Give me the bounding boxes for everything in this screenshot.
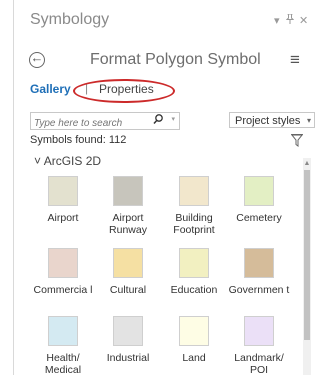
symbol-swatch xyxy=(244,316,274,346)
symbol-label: Industrial xyxy=(106,352,150,364)
symbol-swatch xyxy=(179,248,209,278)
pane-title: Symbology xyxy=(30,11,110,28)
vertical-scrollbar[interactable]: ▲ xyxy=(303,158,311,375)
symbol-education[interactable]: Education xyxy=(163,248,225,296)
search-box: ▾ xyxy=(30,112,180,132)
symbol-swatch xyxy=(113,248,143,278)
symbol-swatch xyxy=(244,248,274,278)
filter-icon[interactable] xyxy=(290,134,304,152)
symbol-label: Landmark/ POI xyxy=(234,352,284,376)
symbol-swatch xyxy=(179,176,209,206)
search-input[interactable] xyxy=(31,115,147,132)
symbol-label: Cemetery xyxy=(236,212,282,224)
symbol-airport-runway[interactable]: Airport Runway xyxy=(97,176,159,236)
funnel-icon xyxy=(290,134,304,147)
auto-hide-pin-icon[interactable] xyxy=(285,13,295,27)
close-icon[interactable]: ✕ xyxy=(299,14,308,27)
symbol-label: Education xyxy=(170,284,218,296)
symbol-building-footprint[interactable]: Building Footprint xyxy=(163,176,225,236)
group-name: ArcGIS 2D xyxy=(43,154,102,168)
symbol-swatch xyxy=(48,176,78,206)
chevron-down-icon: ▾ xyxy=(306,116,311,125)
expand-chevron-icon: ˅ xyxy=(34,154,42,168)
symbol-commercial[interactable]: Commercia l xyxy=(32,248,94,296)
format-header: ← Format Polygon Symbol ≡ xyxy=(14,46,317,76)
symbol-swatch xyxy=(48,248,78,278)
symbol-airport[interactable]: Airport xyxy=(32,176,94,224)
group-header-arcgis-2d[interactable]: ˅ ArcGIS 2D xyxy=(34,154,101,168)
styles-dropdown[interactable]: Project styles ▾ xyxy=(229,112,315,128)
symbol-label: Airport Runway xyxy=(109,212,147,236)
tab-gallery[interactable]: Gallery xyxy=(30,82,71,96)
symbology-pane: Symbology ▾ ✕ ← Format Polygon Symbol ≡ … xyxy=(14,0,317,376)
symbol-government[interactable]: Governmen t xyxy=(228,248,290,296)
styles-dropdown-value: Project styles xyxy=(235,115,301,127)
symbol-land[interactable]: Land xyxy=(163,316,225,364)
symbol-swatch xyxy=(179,316,209,346)
scroll-up-icon[interactable]: ▲ xyxy=(303,160,311,167)
search-icon[interactable] xyxy=(153,113,163,130)
symbol-label: Health/ Medical xyxy=(44,352,82,376)
search-options-chevron-icon[interactable]: ▾ xyxy=(171,115,175,123)
scrollbar-thumb[interactable] xyxy=(304,170,310,340)
symbol-label: Commercia l xyxy=(33,284,93,296)
symbol-swatch xyxy=(113,316,143,346)
pane-options-icon[interactable]: ▾ xyxy=(274,14,280,27)
symbol-cemetery[interactable]: Cemetery xyxy=(228,176,290,224)
pushpin-icon xyxy=(285,13,295,24)
symbol-label: Land xyxy=(182,352,206,364)
back-button[interactable]: ← xyxy=(29,50,45,68)
symbol-swatch xyxy=(48,316,78,346)
highlight-circle-annotation xyxy=(73,79,175,103)
symbol-health-medical[interactable]: Health/ Medical xyxy=(32,316,94,376)
symbol-label: Airport xyxy=(47,212,79,224)
back-arrow-icon: ← xyxy=(30,50,44,65)
symbol-swatch xyxy=(113,176,143,206)
symbol-landmark-poi[interactable]: Landmark/ POI xyxy=(228,316,290,376)
magnifier-icon xyxy=(153,114,163,125)
symbol-industrial[interactable]: Industrial xyxy=(97,316,159,364)
symbol-label: Cultural xyxy=(109,284,147,296)
symbol-label: Governmen t xyxy=(228,284,290,296)
pane-titlebar: Symbology ▾ ✕ xyxy=(14,0,317,40)
format-title: Format Polygon Symbol xyxy=(90,51,261,68)
menu-icon[interactable]: ≡ xyxy=(290,50,300,70)
symbol-label: Building Footprint xyxy=(173,212,215,236)
symbols-found-count: Symbols found: 112 xyxy=(30,134,127,146)
symbol-cultural[interactable]: Cultural xyxy=(97,248,159,296)
symbol-swatch xyxy=(244,176,274,206)
